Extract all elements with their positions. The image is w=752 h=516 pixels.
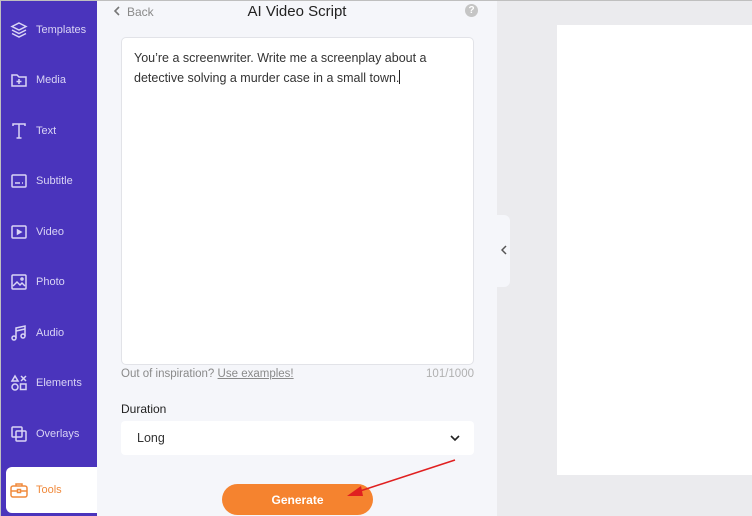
sidebar-item-subtitle[interactable]: Subtitle bbox=[1, 156, 97, 206]
folder-plus-icon bbox=[9, 70, 29, 90]
sidebar-item-video[interactable]: Video bbox=[1, 207, 97, 257]
sidebar-item-templates[interactable]: Templates bbox=[1, 5, 97, 55]
sidebar-item-label: Overlays bbox=[36, 428, 80, 440]
ai-video-script-panel: Back AI Video Script ? You’re a screenwr… bbox=[97, 1, 497, 516]
duration-value: Long bbox=[137, 431, 165, 445]
collapse-panel-button[interactable] bbox=[497, 215, 510, 287]
subtitle-icon bbox=[9, 171, 29, 191]
sidebar-item-label: Elements bbox=[36, 377, 82, 389]
sidebar-item-label: Text bbox=[36, 125, 57, 137]
character-counter: 101/1000 bbox=[426, 368, 474, 380]
sidebar-item-audio[interactable]: Audio bbox=[1, 308, 97, 358]
sidebar-item-text[interactable]: Text bbox=[1, 106, 97, 156]
music-icon bbox=[9, 323, 29, 343]
video-icon bbox=[9, 222, 29, 242]
sidebar-item-elements[interactable]: Elements bbox=[1, 358, 97, 408]
help-icon[interactable]: ? bbox=[465, 4, 478, 17]
sidebar-item-photo[interactable]: Photo bbox=[1, 257, 97, 307]
toolbox-icon bbox=[9, 480, 29, 500]
shapes-icon bbox=[9, 373, 29, 393]
duration-label: Duration bbox=[121, 402, 167, 416]
sidebar-item-tools[interactable]: Tools bbox=[6, 467, 97, 513]
use-examples-link[interactable]: Use examples! bbox=[218, 368, 294, 380]
sidebar-item-media[interactable]: Media bbox=[1, 55, 97, 105]
overlays-icon bbox=[9, 424, 29, 444]
sidebar-item-label: Media bbox=[36, 74, 66, 86]
prompt-text: You’re a screenwriter. Write me a screen… bbox=[134, 51, 427, 85]
chevron-left-icon bbox=[500, 242, 507, 260]
sidebar-item-label: Audio bbox=[36, 327, 65, 339]
duration-select[interactable]: Long bbox=[121, 421, 474, 455]
panel-title: AI Video Script bbox=[247, 3, 347, 20]
layers-icon bbox=[9, 20, 29, 40]
sidebar-item-label: Photo bbox=[36, 276, 65, 288]
sidebar-item-label: Subtitle bbox=[36, 175, 73, 187]
generate-button[interactable]: Generate bbox=[222, 484, 373, 515]
photo-icon bbox=[9, 272, 29, 292]
sidebar-item-label: Video bbox=[36, 226, 64, 238]
script-prompt-input[interactable]: You’re a screenwriter. Write me a screen… bbox=[121, 37, 474, 365]
sidebar: Templates Media Text Subtitle Video Phot… bbox=[1, 1, 97, 516]
hint-text: Out of inspiration? bbox=[121, 368, 215, 380]
chevron-down-icon bbox=[450, 431, 460, 445]
text-caret bbox=[399, 70, 401, 84]
video-canvas[interactable] bbox=[557, 25, 752, 475]
text-icon bbox=[9, 121, 29, 141]
inspiration-hint: Out of inspiration? Use examples! bbox=[121, 368, 294, 380]
sidebar-item-label: Tools bbox=[36, 484, 62, 496]
sidebar-item-overlays[interactable]: Overlays bbox=[1, 409, 97, 459]
sidebar-item-label: Templates bbox=[36, 24, 87, 36]
